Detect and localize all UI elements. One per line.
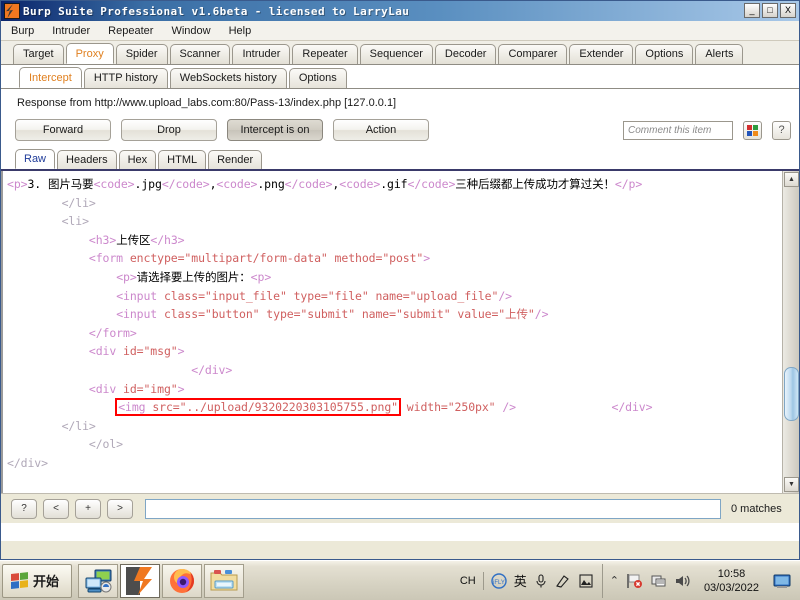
action-button[interactable]: Action [333, 119, 429, 141]
tab-repeater[interactable]: Repeater [292, 44, 358, 64]
burp-icon [4, 3, 20, 19]
edtab-html[interactable]: HTML [158, 150, 207, 169]
message-editor: <p>3. 图片马要<code>.jpg</code>,<code>.png</… [1, 171, 799, 493]
color-swatch-icon[interactable] [743, 120, 762, 140]
message-editor-tab-strip: Raw Headers Hex HTML Render [1, 149, 799, 171]
search-prev-button[interactable]: < [43, 498, 69, 519]
menu-bar: Burp Intruder Repeater Window Help [1, 21, 799, 41]
match-count-label: 0 matches [731, 502, 782, 515]
subtab-websockets-history[interactable]: WebSockets history [169, 68, 287, 88]
tab-scanner[interactable]: Scanner [169, 44, 231, 64]
search-help-button[interactable]: ? [11, 498, 37, 519]
start-button-label: 开始 [33, 575, 60, 590]
ime-mode-icon[interactable]: 英 [514, 571, 527, 590]
window-title: Burp Suite Professional v1.6beta - licen… [23, 4, 410, 18]
swatch-grid [747, 124, 758, 136]
tab-spider[interactable]: Spider [115, 44, 168, 64]
search-input[interactable] [145, 498, 721, 519]
start-button[interactable]: 开始 [2, 563, 72, 598]
title-bar: Burp Suite Professional v1.6beta - licen… [1, 1, 799, 21]
flag-alert-icon[interactable] [626, 573, 643, 589]
maximize-button[interactable]: □ [762, 3, 778, 18]
help-icon[interactable]: ? [772, 120, 791, 140]
volume-icon[interactable] [674, 573, 691, 589]
editor-search-bar: ? < + > 0 matches [1, 493, 799, 523]
iflytek-icon[interactable]: iFLY [491, 572, 507, 589]
menu-window[interactable]: Window [169, 24, 212, 38]
tray-icons: ⌃ 10:58 03/03/2022 [601, 563, 800, 598]
subtab-intercept[interactable]: Intercept [19, 67, 82, 88]
intercept-toggle-button[interactable]: Intercept is on [227, 119, 323, 141]
tab-proxy[interactable]: Proxy [65, 43, 114, 64]
tab-options[interactable]: Options [635, 44, 694, 64]
windows-logo-icon [11, 571, 29, 590]
menu-repeater[interactable]: Repeater [106, 24, 155, 38]
scrollbar-thumb[interactable] [784, 367, 799, 421]
search-add-button[interactable]: + [75, 498, 101, 519]
microphone-icon[interactable] [534, 573, 548, 589]
quick-launch-bar [78, 563, 244, 598]
response-body-text[interactable]: <p>3. 图片马要<code>.jpg</code>,<code>.png</… [3, 171, 782, 493]
tab-extender[interactable]: Extender [569, 44, 634, 64]
handwriting-icon[interactable] [555, 573, 571, 589]
help-icon-label: ? [778, 123, 785, 136]
window-controls: _ □ X [744, 3, 796, 18]
network-connections-icon[interactable] [78, 563, 118, 598]
proxy-sub-tab-strip: Intercept HTTP history WebSockets histor… [1, 65, 799, 89]
tab-intruder[interactable]: Intruder [232, 44, 291, 64]
intercept-panel: Response from http://www.upload_labs.com… [1, 89, 799, 541]
clock-time: 10:58 [717, 567, 746, 580]
search-next-button[interactable]: > [107, 498, 133, 519]
subtab-http-history[interactable]: HTTP history [83, 68, 168, 88]
editor-vertical-scrollbar[interactable]: ▲ ▼ [782, 171, 799, 493]
menu-intruder[interactable]: Intruder [50, 24, 92, 38]
tab-decoder[interactable]: Decoder [434, 44, 497, 64]
edtab-headers[interactable]: Headers [57, 150, 117, 169]
tab-comparer[interactable]: Comparer [498, 44, 568, 64]
edtab-hex[interactable]: Hex [118, 150, 157, 169]
intercept-action-row: Forward Drop Intercept is on Action ? [1, 115, 799, 145]
forward-button[interactable]: Forward [15, 119, 111, 141]
close-button[interactable]: X [780, 3, 796, 18]
subtab-options[interactable]: Options [288, 68, 347, 88]
svg-text:iFLY: iFLY [493, 580, 505, 586]
screen: Burp Suite Professional v1.6beta - licen… [0, 0, 800, 600]
ime-language-label[interactable]: CH [460, 575, 476, 587]
burp-suite-icon[interactable] [120, 563, 160, 598]
scroll-down-arrow[interactable]: ▼ [784, 477, 799, 492]
menu-help[interactable]: Help [227, 24, 254, 38]
firefox-icon[interactable] [162, 563, 202, 598]
comment-input[interactable] [623, 120, 733, 140]
tab-alerts[interactable]: Alerts [695, 44, 744, 64]
taskbar: 开始 CH iFLY 英 ⌃ 10:58 03/03/2022 [0, 560, 800, 600]
file-explorer-icon[interactable] [204, 563, 244, 598]
system-tray: CH iFLY 英 ⌃ 10:58 03/03/2022 [452, 562, 800, 600]
show-desktop-icon[interactable] [772, 573, 792, 589]
main-tab-strip: Target Proxy Spider Scanner Intruder Rep… [1, 41, 799, 65]
screenshot-icon[interactable] [578, 573, 594, 589]
edtab-raw[interactable]: Raw [15, 149, 56, 169]
response-source-label: Response from http://www.upload_labs.com… [17, 97, 397, 109]
drop-button[interactable]: Drop [121, 119, 217, 141]
menu-burp[interactable]: Burp [9, 24, 36, 38]
scroll-up-arrow[interactable]: ▲ [784, 172, 799, 187]
edtab-render[interactable]: Render [208, 150, 263, 169]
ime-bar: CH iFLY 英 [452, 571, 602, 590]
clock-date: 03/03/2022 [703, 581, 759, 594]
devices-icon[interactable] [650, 573, 667, 589]
burp-suite-window: Burp Suite Professional v1.6beta - licen… [0, 0, 800, 560]
taskbar-clock[interactable]: 10:58 03/03/2022 [698, 567, 765, 595]
minimize-button[interactable]: _ [744, 3, 760, 18]
tab-target[interactable]: Target [13, 44, 64, 64]
tab-sequencer[interactable]: Sequencer [359, 44, 433, 64]
chevron-up-icon[interactable]: ⌃ [610, 574, 619, 587]
ime-divider [482, 571, 484, 590]
